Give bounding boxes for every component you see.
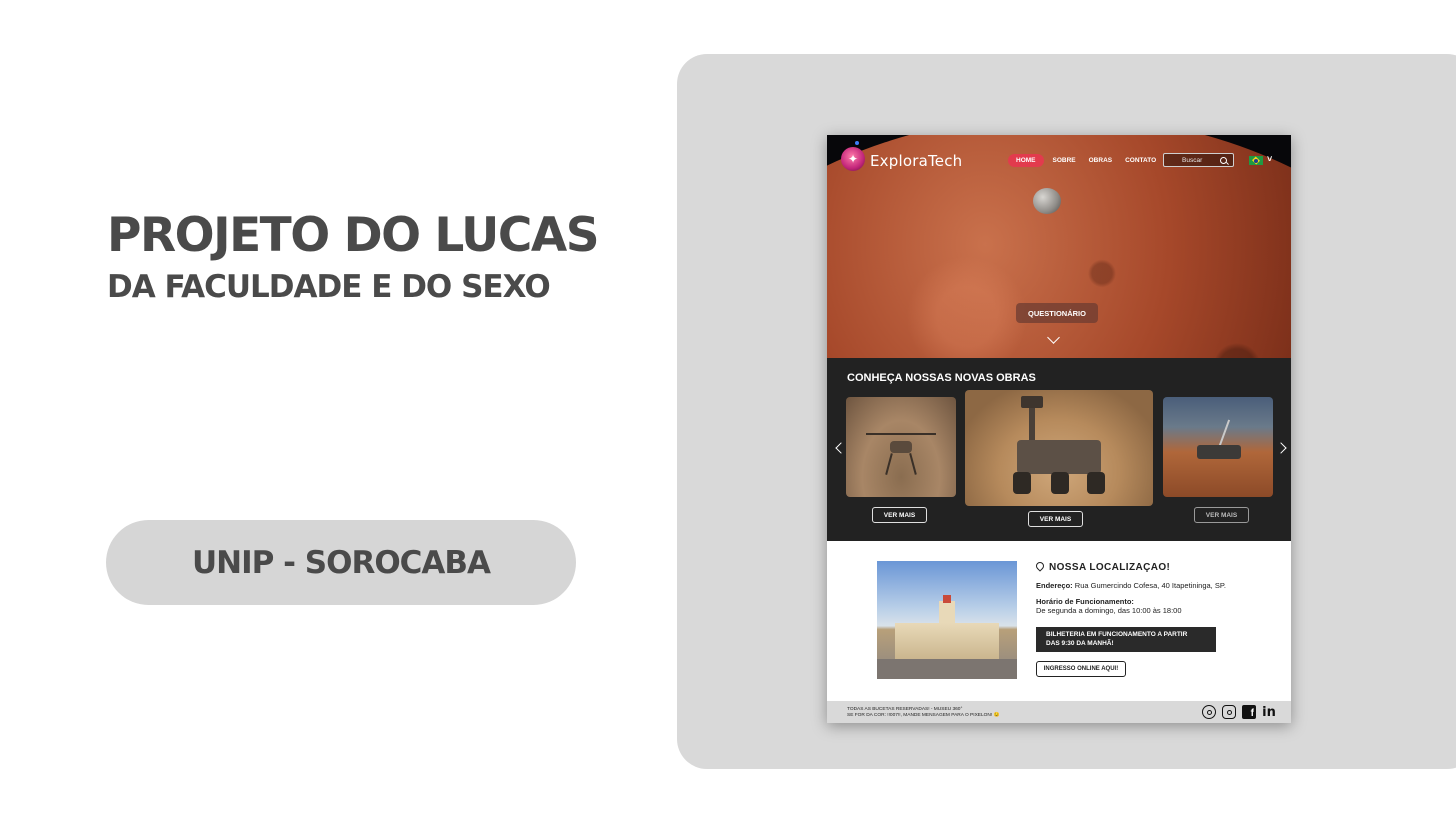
rover-wheel	[1051, 472, 1069, 494]
address-label: Endereço:	[1036, 581, 1073, 590]
work-card-rover[interactable]	[965, 390, 1153, 506]
helicopter-leg	[885, 453, 893, 475]
location-title: NOSSA LOCALIZAÇAO!	[1049, 562, 1171, 573]
chevron-down-icon[interactable]: ˅	[1267, 154, 1272, 164]
nav-obras[interactable]: OBRAS	[1085, 155, 1116, 166]
site-footer: TODAS AS BUCETAS RESERVADAS! - MUSEU 360…	[827, 701, 1291, 723]
location-pin-icon	[1034, 560, 1046, 572]
box-office-line2: DAS 9:30 DA MANHÃ!	[1046, 639, 1114, 647]
museum-photo	[877, 561, 1017, 679]
facebook-icon[interactable]: f	[1242, 705, 1256, 719]
hours-label: Horário de Funcionamento:	[1036, 597, 1134, 606]
footer-copyright: TODAS AS BUCETAS RESERVADAS! - MUSEU 360…	[847, 707, 963, 712]
nav-sobre[interactable]: SOBRE	[1049, 155, 1080, 166]
rover-body	[1017, 440, 1101, 474]
museum-tower-top	[943, 595, 951, 603]
works-title: CONHEÇA NOSSAS NOVAS OBRAS	[847, 372, 1036, 384]
main-nav: HOME SOBRE OBRAS CONTATO	[1008, 154, 1160, 167]
search-icon[interactable]	[1220, 156, 1227, 164]
box-office-notice: BILHETERIA EM FUNCIONAMENTO A PARTIR DAS…	[1036, 627, 1216, 652]
online-ticket-button[interactable]: INGRESSO ONLINE AQUI!	[1036, 661, 1126, 677]
address-value: Rua Gumercindo Cofesa, 40 Itapetininga, …	[1072, 581, 1226, 590]
carousel-prev-icon[interactable]	[835, 442, 847, 454]
hero-section: ✦ ExploraTech HOME SOBRE OBRAS CONTATO B…	[827, 135, 1291, 358]
slide-title: PROJETO DO LUCAS	[107, 208, 600, 263]
address-text: Endereço: Rua Gumercindo Cofesa, 40 Itap…	[1036, 581, 1226, 590]
helicopter-body	[890, 441, 912, 453]
museum-ground	[877, 659, 1017, 679]
rover-head	[1021, 396, 1043, 408]
rover-wheel	[1013, 472, 1031, 494]
ver-mais-button-3[interactable]: VER MAIS	[1194, 507, 1249, 523]
site-logo[interactable]: ExploraTech	[870, 152, 962, 170]
website-mockup: ✦ ExploraTech HOME SOBRE OBRAS CONTATO B…	[827, 135, 1291, 723]
helicopter-leg	[909, 453, 917, 475]
astronaut-logo-icon[interactable]: ✦	[841, 147, 865, 171]
whatsapp-icon[interactable]	[1202, 705, 1216, 719]
search-input[interactable]: Buscar	[1163, 153, 1234, 167]
rover-mast	[1029, 402, 1035, 442]
hours-text: De segunda a domingo, das 10:00 às 18:00	[1036, 606, 1182, 615]
moon-image	[1033, 188, 1061, 214]
footer-message: SE FOR DA COR: !!007!!, MANDE MENSAGEM P…	[847, 713, 1000, 718]
linkedin-icon[interactable]: in	[1262, 705, 1276, 720]
box-office-line1: BILHETERIA EM FUNCIONAMENTO A PARTIR	[1046, 631, 1188, 638]
search-placeholder: Buscar	[1182, 156, 1203, 164]
institution-badge: UNIP - SOROCABA	[106, 520, 576, 605]
work-card-lander[interactable]	[1163, 397, 1273, 497]
quiz-button[interactable]: QUESTIONÁRIO	[1016, 303, 1098, 323]
lander-body	[1197, 445, 1241, 459]
brazil-flag-icon[interactable]	[1249, 156, 1263, 165]
ver-mais-button-1[interactable]: VER MAIS	[872, 507, 927, 523]
slide-subtitle: DA FACULDADE E DO SEXO	[107, 269, 551, 305]
nav-contato[interactable]: CONTATO	[1121, 155, 1160, 166]
rover-wheel	[1087, 472, 1105, 494]
institution-badge-label: UNIP - SOROCABA	[191, 544, 491, 581]
nav-home[interactable]: HOME	[1008, 154, 1044, 167]
museum-building	[895, 623, 999, 661]
carousel-next-icon[interactable]	[1275, 442, 1287, 454]
social-links: f in	[1202, 705, 1276, 720]
ver-mais-button-2[interactable]: VER MAIS	[1028, 511, 1083, 527]
instagram-icon[interactable]	[1222, 705, 1236, 719]
helicopter-rotor	[866, 433, 936, 435]
work-card-helicopter[interactable]	[846, 397, 956, 497]
logo-dot-icon	[855, 141, 859, 145]
works-section: CONHEÇA NOSSAS NOVAS OBRAS VER MAIS VER …	[827, 358, 1291, 541]
